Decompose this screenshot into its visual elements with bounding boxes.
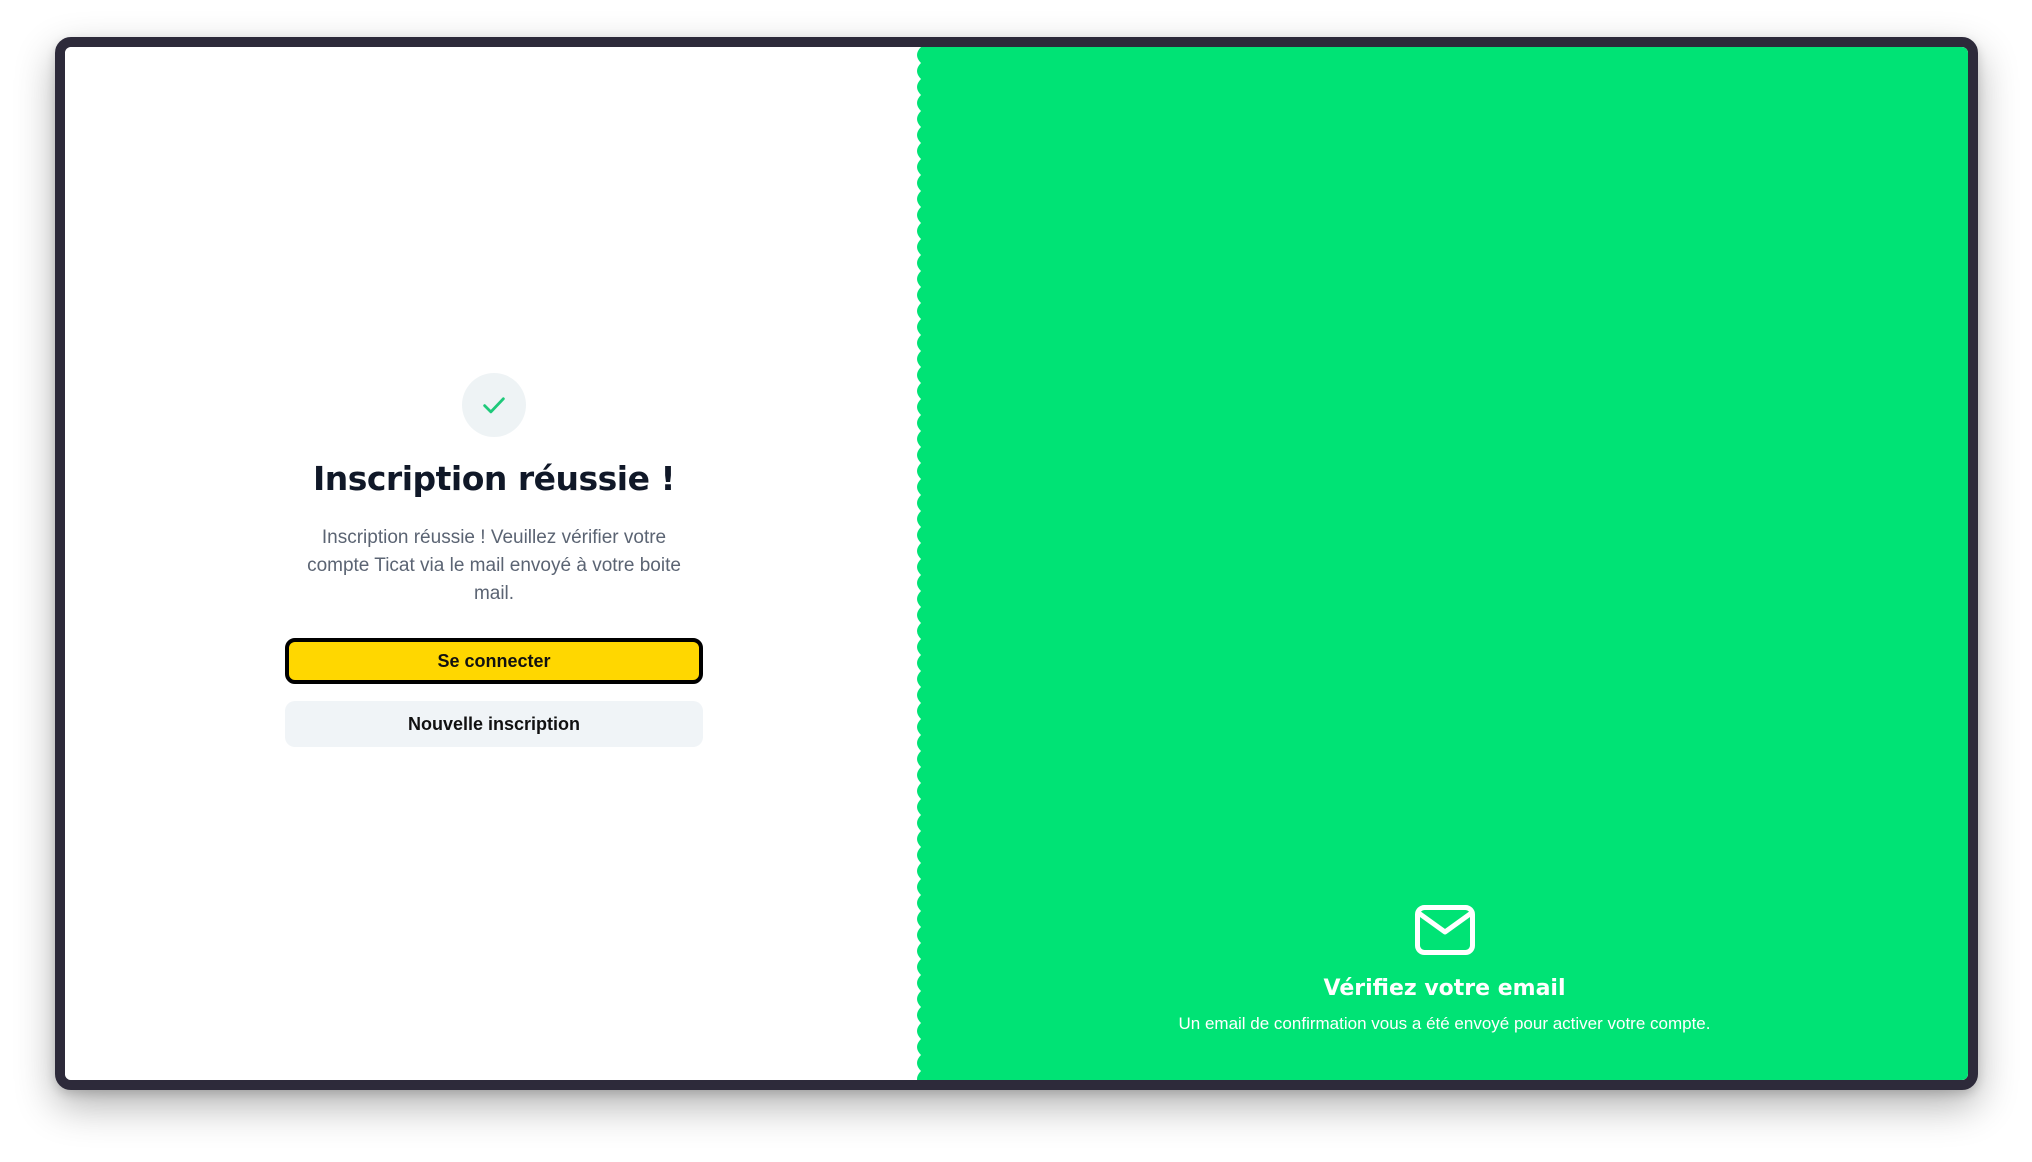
check-icon <box>462 373 526 437</box>
right-panel: Vérifiez votre email Un email de confirm… <box>917 47 1968 1080</box>
app-window: Inscription réussie ! Inscription réussi… <box>55 37 1978 1090</box>
screen: Inscription réussie ! Inscription réussi… <box>65 47 1968 1080</box>
new-signup-button[interactable]: Nouvelle inscription <box>285 701 703 747</box>
left-panel: Inscription réussie ! Inscription réussi… <box>65 47 921 1080</box>
page-title: Inscription réussie ! <box>312 459 676 498</box>
verify-email-title: Vérifiez votre email <box>1323 976 1566 1001</box>
mail-icon <box>1414 905 1475 955</box>
success-message: Inscription réussie ! Veuillez vérifier … <box>307 527 681 604</box>
success-card: Inscription réussie ! Inscription réussi… <box>285 373 703 747</box>
verify-email-info: Vérifiez votre email Un email de confirm… <box>921 904 1968 1034</box>
login-button[interactable]: Se connecter <box>285 638 703 684</box>
verify-email-text: Un email de confirmation vous a été envo… <box>1178 1014 1711 1033</box>
